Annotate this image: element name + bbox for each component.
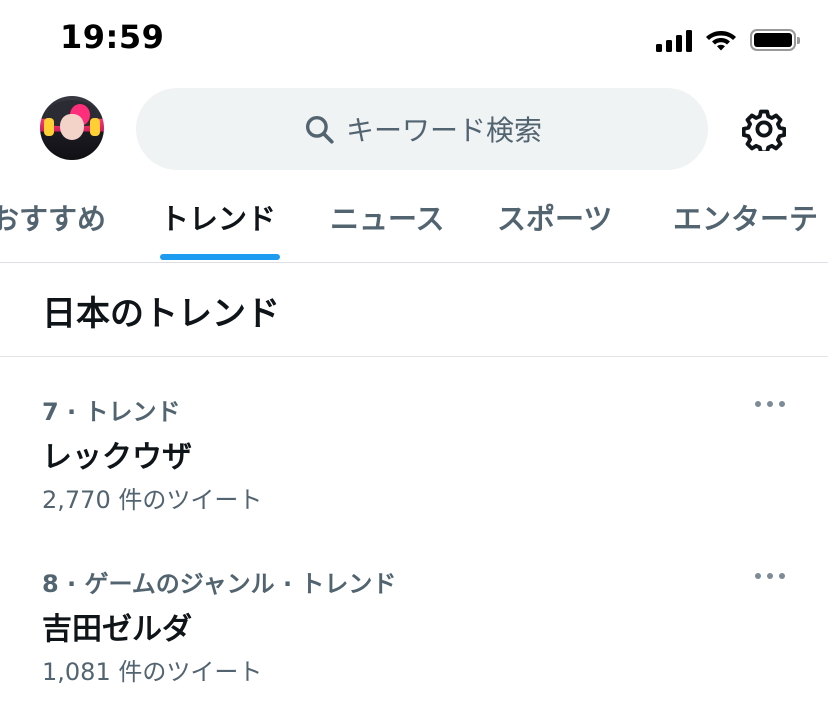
- status-icons: [656, 22, 800, 58]
- section-title: 日本のトレンド: [42, 294, 280, 334]
- trend-meta: 7 · トレンド: [42, 398, 181, 426]
- avatar[interactable]: [40, 96, 104, 160]
- tabs-divider: [0, 262, 828, 263]
- battery-icon: [750, 29, 800, 51]
- wifi-icon: [706, 31, 736, 51]
- cellular-signal-icon: [656, 28, 692, 52]
- header: キーワード検索: [0, 88, 828, 170]
- status-bar: 19:59: [0, 0, 828, 80]
- explore-tabs: おすすめ トレンド ニュース スポーツ エンターテ: [0, 186, 828, 262]
- active-tab-indicator: [160, 254, 280, 260]
- search-input[interactable]: キーワード検索: [136, 88, 708, 170]
- trend-meta: 8 · ゲームのジャンル · トレンド: [42, 570, 397, 598]
- trend-name: 吉田ゼルダ: [42, 612, 192, 647]
- tab-sports[interactable]: スポーツ: [497, 196, 612, 252]
- status-time: 19:59: [60, 18, 165, 56]
- screen: 19:59 キーワード検索 おすすめ トレンド ニュース スポーツ エンターテ …: [0, 0, 828, 722]
- tab-trends[interactable]: トレンド: [160, 196, 276, 252]
- search-icon: [305, 115, 334, 144]
- trend-item[interactable]: 8 · ゲームのジャンル · トレンド 吉田ゼルダ 1,081 件のツイート: [0, 564, 828, 714]
- trend-tweet-count: 2,770 件のツイート: [42, 486, 263, 514]
- more-icon[interactable]: [748, 392, 792, 416]
- section-divider: [0, 356, 828, 357]
- tab-news[interactable]: ニュース: [330, 196, 445, 252]
- more-icon[interactable]: [748, 564, 792, 588]
- trend-item[interactable]: 7 · トレンド レックウザ 2,770 件のツイート: [0, 392, 828, 542]
- gear-icon[interactable]: [742, 107, 786, 151]
- trend-name: レックウザ: [42, 440, 192, 475]
- trend-tweet-count: 1,081 件のツイート: [42, 658, 263, 686]
- tab-recommended[interactable]: おすすめ: [0, 196, 106, 252]
- tab-entertainment[interactable]: エンターテ: [673, 196, 818, 252]
- search-placeholder: キーワード検索: [345, 114, 542, 147]
